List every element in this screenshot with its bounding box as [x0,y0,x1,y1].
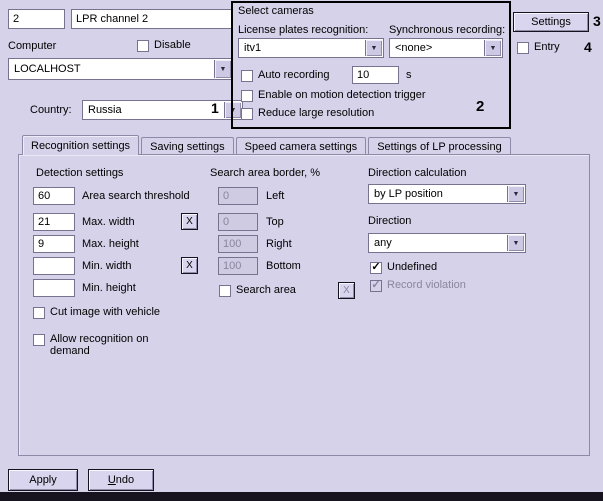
seconds-unit-label: s [406,69,412,81]
search-area-border-title: Search area border, % [210,167,320,179]
allow-on-demand-checkbox[interactable]: Allow recognition on demand [33,333,162,357]
computer-select-value: LOCALHOST [14,63,81,75]
min-height-label: Min. height [82,282,136,294]
search-area-bottom-label: Bottom [266,260,301,272]
lpr-recognition-label: License plates recognition: [238,24,368,36]
detection-settings-title: Detection settings [36,167,123,179]
area-search-threshold-label: Area search threshold [82,190,190,202]
checkbox-box [517,42,529,54]
entry-checkbox-label: Entry [534,41,560,53]
auto-recording-label: Auto recording [258,69,330,81]
undefined-checkbox[interactable]: ✓ Undefined [370,261,437,274]
apply-button[interactable]: Apply [8,469,78,491]
search-area-bottom-input [218,257,258,275]
direction-calculation-select[interactable]: by LP position ▼ [368,184,526,204]
chevron-down-icon[interactable]: ▼ [507,235,524,251]
search-area-right-label: Right [266,238,292,250]
area-search-threshold-input[interactable] [33,187,75,205]
search-area-checkbox[interactable]: Search area [219,284,296,297]
annotation-3: 3 [593,13,601,29]
settings-tabs: Recognition settings Saving settings Spe… [22,135,513,155]
min-width-input[interactable] [33,257,75,275]
computer-label: Computer [8,40,56,52]
direction-calculation-select-value: by LP position [374,188,443,200]
direction-label: Direction [368,215,411,227]
country-label: Country: [30,104,72,116]
chevron-down-icon[interactable]: ▼ [214,60,231,78]
search-area-top-input [218,213,258,231]
settings-button[interactable]: Settings [513,12,589,32]
annotation-2: 2 [476,98,484,115]
lpr-camera-select[interactable]: itv1 ▼ [238,38,384,58]
tab-saving-settings[interactable]: Saving settings [141,137,234,155]
min-height-input[interactable] [33,279,75,297]
annotation-1: 1 [211,100,219,116]
sync-recording-select-value: <none> [395,42,432,54]
search-area-left-input [218,187,258,205]
checkbox-box [241,108,253,120]
cut-image-label: Cut image with vehicle [50,306,160,318]
search-area-top-label: Top [266,216,284,228]
max-size-clear-button[interactable]: X [181,213,198,230]
motion-trigger-checkbox[interactable]: Enable on motion detection trigger [241,89,426,102]
max-width-label: Max. width [82,216,135,228]
allow-on-demand-label: Allow recognition on demand [50,333,162,357]
undo-button[interactable]: Undo [88,469,154,491]
search-area-right-input [218,235,258,253]
record-violation-checkbox: ✓ Record violation [370,279,466,292]
disable-checkbox[interactable]: Disable [137,39,191,52]
channel-name-input[interactable] [71,9,233,29]
auto-recording-seconds-input[interactable] [352,66,399,84]
sync-recording-label: Synchronous recording: [389,24,505,36]
checkbox-box [241,70,253,82]
disable-checkbox-label: Disable [154,39,191,51]
checkbox-box: ✓ [370,262,382,274]
reduce-resolution-checkbox[interactable]: Reduce large resolution [241,107,374,120]
reduce-resolution-label: Reduce large resolution [258,107,374,119]
channel-id-input[interactable] [8,9,65,29]
min-width-label: Min. width [82,260,132,272]
lpr-channel-settings-window: Computer Disable LOCALHOST ▼ Country: Ru… [0,0,603,501]
annotation-4: 4 [584,39,592,55]
sync-recording-select[interactable]: <none> ▼ [389,38,503,58]
chevron-down-icon[interactable]: ▼ [507,186,524,202]
lpr-camera-select-value: itv1 [244,42,261,54]
auto-recording-checkbox[interactable]: Auto recording [241,69,330,82]
tab-recognition-settings[interactable]: Recognition settings [22,135,139,155]
max-height-input[interactable] [33,235,75,253]
checkbox-box [241,90,253,102]
computer-select[interactable]: LOCALHOST ▼ [8,58,233,80]
max-height-label: Max. height [82,238,139,250]
search-area-left-label: Left [266,190,284,202]
direction-calculation-title: Direction calculation [368,167,466,179]
min-size-clear-button[interactable]: X [181,257,198,274]
direction-select-value: any [374,237,392,249]
tab-speed-camera-settings[interactable]: Speed camera settings [236,137,367,155]
check-icon: ✓ [371,262,380,273]
max-width-input[interactable] [33,213,75,231]
checkbox-box: ✓ [370,280,382,292]
undefined-checkbox-label: Undefined [387,261,437,273]
direction-select[interactable]: any ▼ [368,233,526,253]
window-bottom-edge [0,492,603,501]
entry-checkbox[interactable]: Entry [517,41,560,54]
motion-trigger-label: Enable on motion detection trigger [258,89,426,101]
checkbox-box [219,285,231,297]
chevron-down-icon[interactable]: ▼ [365,40,382,56]
search-area-checkbox-label: Search area [236,284,296,296]
chevron-down-icon[interactable]: ▼ [484,40,501,56]
select-cameras-title: Select cameras [238,5,314,17]
record-violation-checkbox-label: Record violation [387,279,466,291]
tab-settings-of-lp-processing[interactable]: Settings of LP processing [368,137,511,155]
search-area-clear-button: X [338,282,355,299]
cut-image-checkbox[interactable]: Cut image with vehicle [33,306,160,319]
checkbox-box [33,307,45,319]
checkbox-box [137,40,149,52]
country-select-value: Russia [88,104,122,116]
check-icon: ✓ [371,280,380,291]
checkbox-box [33,334,45,346]
